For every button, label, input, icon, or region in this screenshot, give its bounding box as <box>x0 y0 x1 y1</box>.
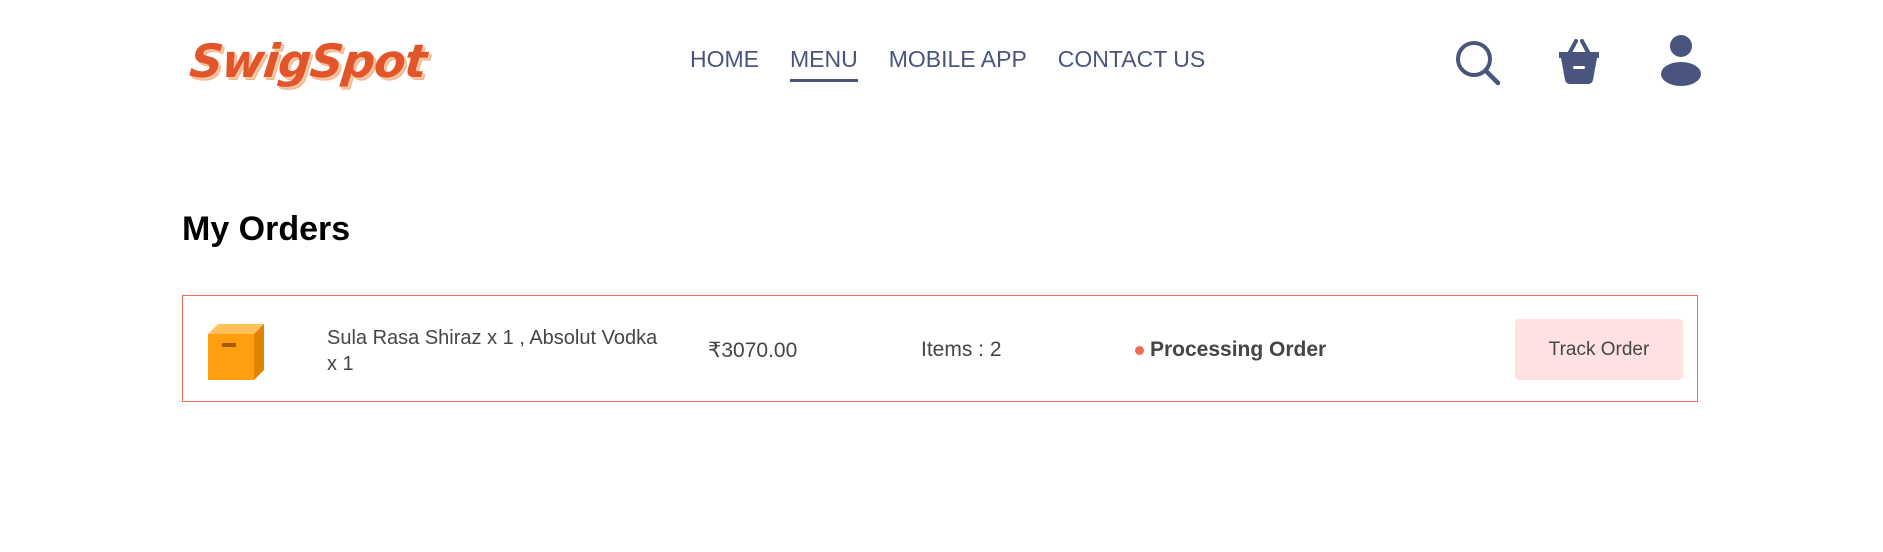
page: SwigSpot HOME MENU MOBILE APP CONTACT US… <box>0 0 1883 552</box>
profile-icon[interactable] <box>1660 34 1702 86</box>
logo[interactable]: SwigSpot <box>187 34 429 88</box>
nav-item-home[interactable]: HOME <box>690 46 759 82</box>
order-status: Processing Order <box>1135 338 1326 362</box>
parcel-icon <box>208 324 264 380</box>
order-item-count: Items : 2 <box>921 338 1002 361</box>
order-amount: ₹3070.00 <box>708 339 798 362</box>
main-nav: HOME MENU MOBILE APP CONTACT US <box>690 46 1205 82</box>
page-title: My Orders <box>182 210 351 248</box>
order-items: Sula Rasa Shiraz x 1 , Absolut Vodka x 1 <box>327 327 658 375</box>
nav-item-contact-us[interactable]: CONTACT US <box>1058 46 1205 82</box>
status-dot <box>1135 345 1144 355</box>
order-status-text: Processing Order <box>1150 338 1327 361</box>
basket-icon[interactable] <box>1556 36 1602 86</box>
nav-item-menu[interactable]: MENU <box>790 46 858 82</box>
search-icon[interactable] <box>1455 40 1501 86</box>
nav-item-mobile-app[interactable]: MOBILE APP <box>889 46 1027 82</box>
track-order-button[interactable]: Track Order <box>1515 319 1683 380</box>
order-card: Sula Rasa Shiraz x 1 , Absolut Vodka x 1… <box>182 295 1698 402</box>
